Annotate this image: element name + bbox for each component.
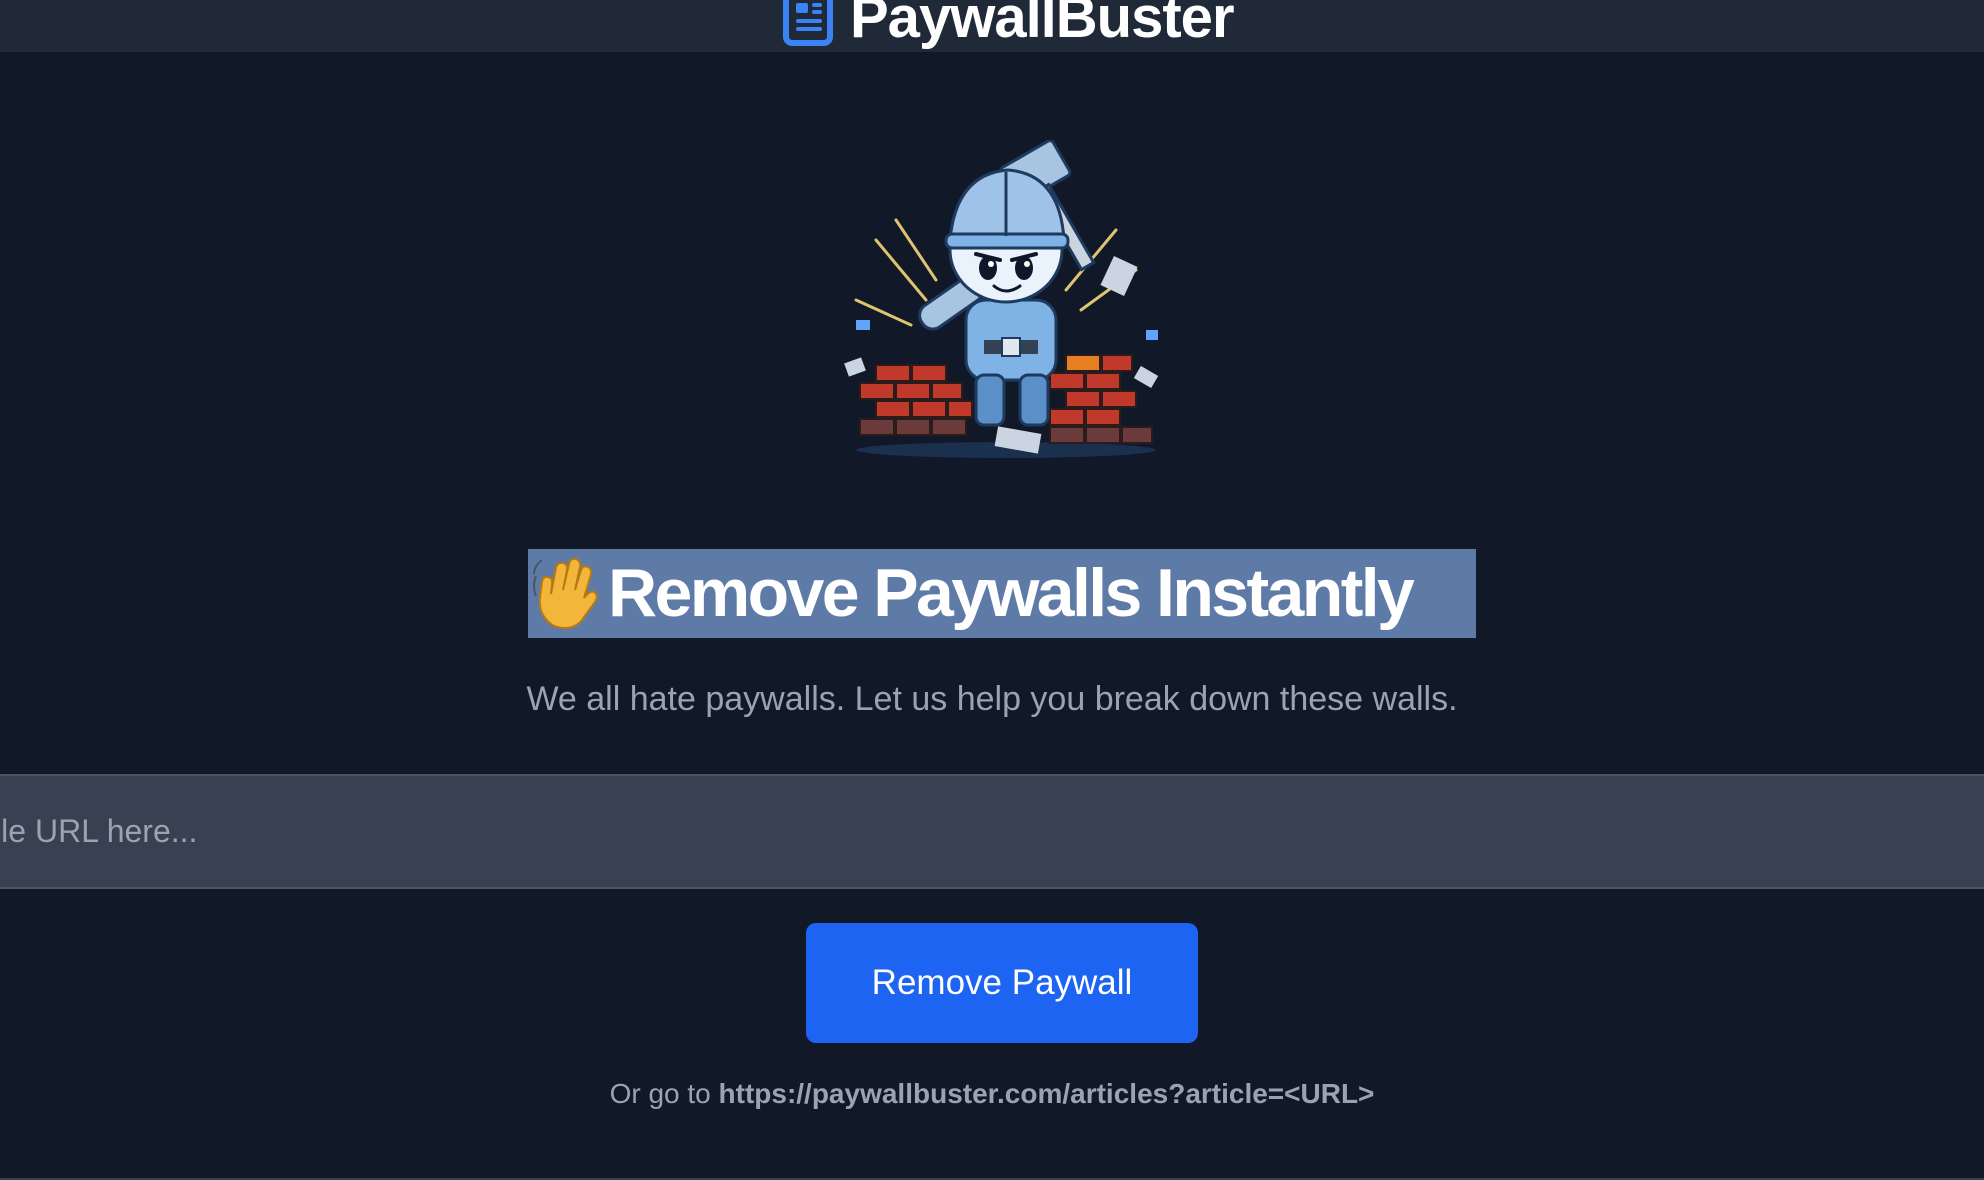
brand-logo[interactable]: PaywallBuster	[782, 0, 1235, 50]
remove-paywall-button[interactable]: Remove Paywall	[806, 923, 1198, 1043]
alternate-route-hint: Or go to https://paywallbuster.com/artic…	[0, 1072, 1984, 1116]
newspaper-icon	[783, 0, 833, 46]
article-url-input[interactable]	[0, 776, 1984, 887]
landing-page: PaywallBuster Remove Paywalls Instantly …	[0, 0, 1984, 1180]
wall-breaker-mascot-illustration	[844, 140, 1159, 458]
brand-name: PaywallBuster	[850, 0, 1235, 50]
headline-text: Remove Paywalls Instantly	[608, 555, 1415, 631]
alternate-route-prefix: Or go to	[609, 1078, 719, 1109]
page-title: Remove Paywalls Instantly	[528, 549, 1476, 638]
url-input-band	[0, 774, 1984, 889]
alternate-route-url[interactable]: https://paywallbuster.com/articles?artic…	[719, 1078, 1375, 1109]
waving-hand-icon	[533, 557, 598, 629]
top-header: PaywallBuster	[0, 0, 1984, 52]
subtitle: We all hate paywalls. Let us help you br…	[526, 680, 1458, 718]
